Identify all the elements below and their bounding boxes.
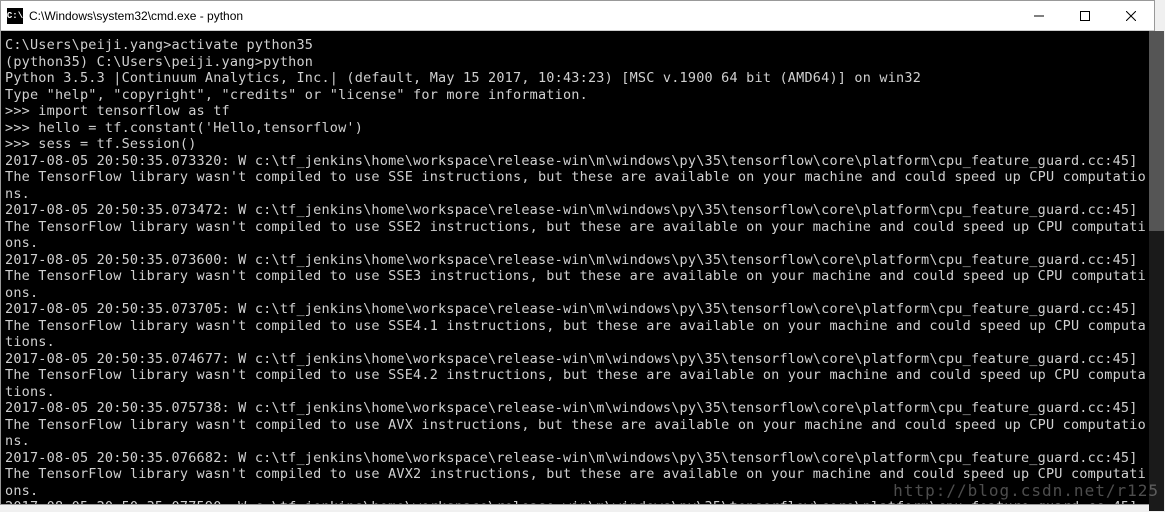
cmd-window: C:\ C:\Windows\system32\cmd.exe - python… <box>0 0 1155 505</box>
terminal-line: Type "help", "copyright", "credits" or "… <box>5 87 1150 104</box>
minimize-icon <box>1034 11 1044 21</box>
terminal-line: 2017-08-05 20:50:35.073705: W c:\tf_jenk… <box>5 301 1150 351</box>
terminal-line: >>> sess = tf.Session() <box>5 136 1150 153</box>
terminal-line: (python35) C:\Users\peiji.yang>python <box>5 54 1150 71</box>
close-button[interactable] <box>1108 1 1154 31</box>
terminal-line: 2017-08-05 20:50:35.073600: W c:\tf_jenk… <box>5 252 1150 302</box>
terminal-output[interactable]: C:\Users\peiji.yang>activate python35(py… <box>1 31 1154 504</box>
terminal-line: >>> hello = tf.constant('Hello,tensorflo… <box>5 120 1150 137</box>
terminal-line: 2017-08-05 20:50:35.074677: W c:\tf_jenk… <box>5 351 1150 401</box>
window-title: C:\Windows\system32\cmd.exe - python <box>29 9 1016 23</box>
terminal-line: 2017-08-05 20:50:35.073472: W c:\tf_jenk… <box>5 202 1150 252</box>
window-controls <box>1016 1 1154 31</box>
terminal-line: 2017-08-05 20:50:35.073320: W c:\tf_jenk… <box>5 153 1150 203</box>
terminal-line: Python 3.5.3 |Continuum Analytics, Inc.|… <box>5 70 1150 87</box>
maximize-button[interactable] <box>1062 1 1108 31</box>
terminal-line: 2017-08-05 20:50:35.075738: W c:\tf_jenk… <box>5 400 1150 450</box>
minimize-button[interactable] <box>1016 1 1062 31</box>
scrollbar-thumb[interactable] <box>1149 31 1164 231</box>
maximize-icon <box>1080 11 1090 21</box>
app-icon: C:\ <box>7 8 23 24</box>
close-icon <box>1126 11 1136 21</box>
terminal-line: >>> import tensorflow as tf <box>5 103 1150 120</box>
vertical-scrollbar[interactable] <box>1149 31 1164 511</box>
terminal-line: C:\Users\peiji.yang>activate python35 <box>5 37 1150 54</box>
watermark-text: http://blog.csdn.net/r125 <box>893 481 1159 500</box>
titlebar[interactable]: C:\ C:\Windows\system32\cmd.exe - python <box>1 1 1154 31</box>
